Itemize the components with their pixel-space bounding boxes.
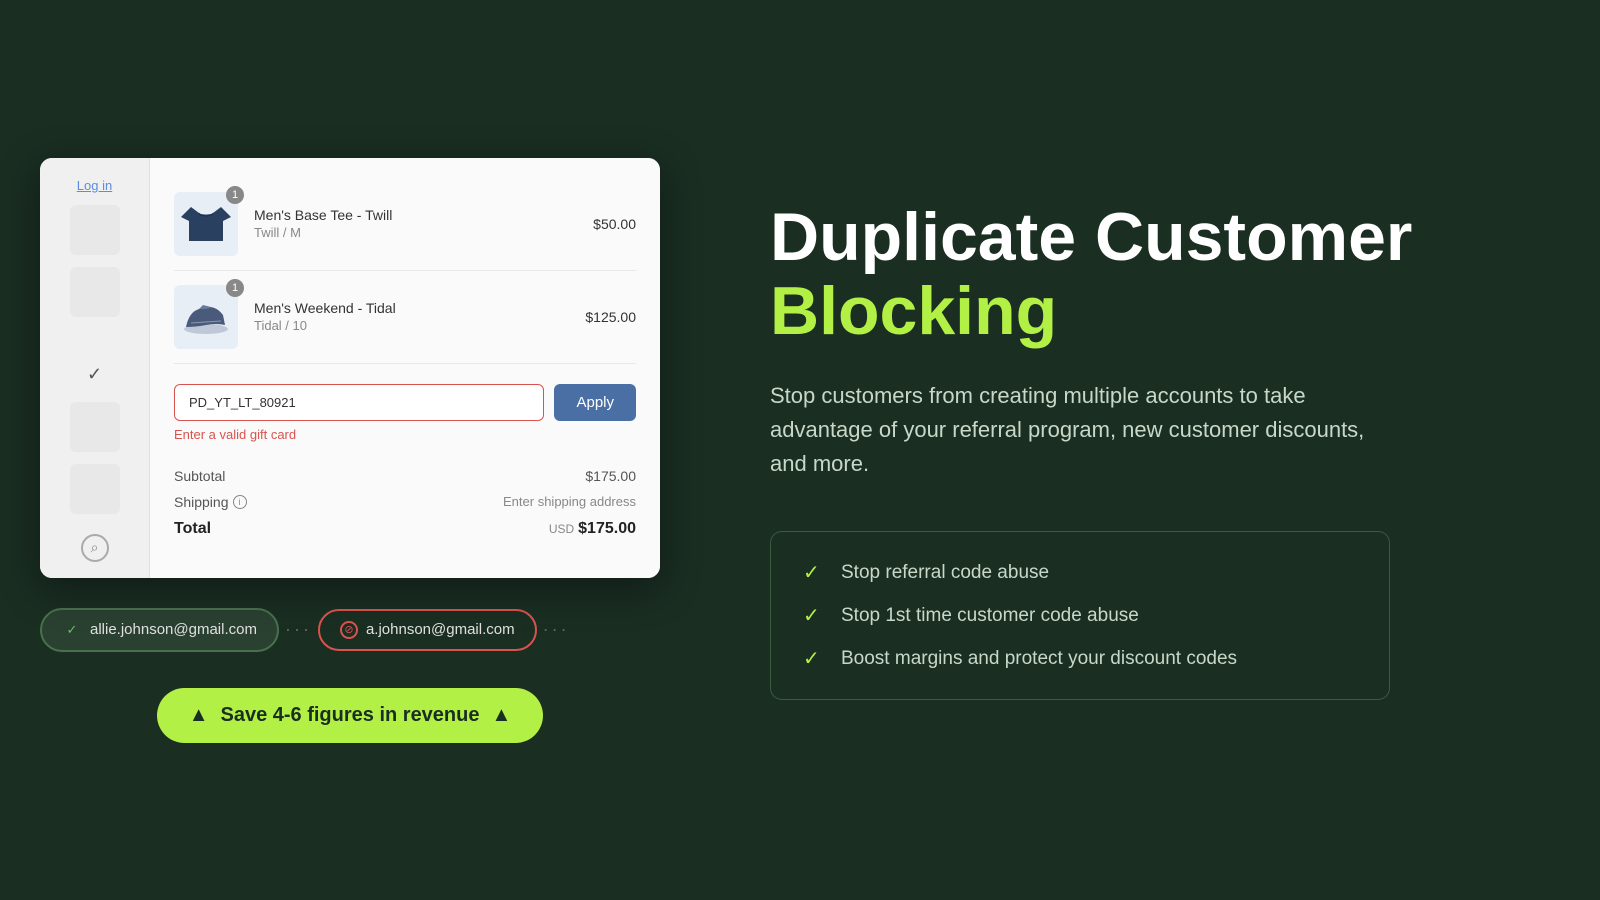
login-link[interactable]: Log in: [77, 178, 112, 193]
item-badge-2: 1: [226, 279, 244, 297]
cart-content: 1 Men's Base Tee - Twill Twill / M $50.0…: [150, 158, 660, 578]
hero-title-line1: Duplicate Customer: [770, 199, 1412, 275]
valid-email-text: allie.johnson@gmail.com: [90, 621, 257, 638]
total-label: Total: [174, 520, 211, 538]
connector-dots-2: ···: [537, 619, 576, 640]
item-details-1: Men's Base Tee - Twill Twill / M: [254, 207, 577, 240]
item-name-1: Men's Base Tee - Twill: [254, 207, 577, 223]
item-price-1: $50.00: [593, 216, 636, 232]
save-revenue-button[interactable]: ▲ Save 4-6 figures in revenue ▲: [157, 688, 544, 743]
benefit-item-2: ✓ Stop 1st time customer code abuse: [803, 603, 1357, 628]
item-price-2: $125.00: [585, 309, 636, 325]
shipping-row: Shipping i Enter shipping address: [174, 494, 636, 510]
save-btn-label: Save 4-6 figures in revenue: [220, 704, 479, 727]
shipping-info-icon[interactable]: i: [233, 495, 247, 509]
apply-button[interactable]: Apply: [554, 384, 636, 421]
benefit-check-3: ✓: [803, 646, 827, 671]
sidebar-box-1: [70, 205, 120, 255]
item-badge-1: 1: [226, 186, 244, 204]
item-img-container-1: 1: [174, 192, 238, 256]
check-icon: ✓: [62, 620, 82, 640]
subtotal-row: Subtotal $175.00: [174, 468, 636, 484]
subtotal-label: Subtotal: [174, 468, 225, 484]
hero-description: Stop customers from creating multiple ac…: [770, 379, 1390, 481]
benefit-text-1: Stop referral code abuse: [841, 562, 1049, 584]
valid-email-pill: ✓ allie.johnson@gmail.com: [40, 608, 279, 652]
email-section: ✓ allie.johnson@gmail.com ··· ⊘ a.johnso…: [40, 608, 660, 652]
invalid-email-pill: ⊘ a.johnson@gmail.com: [318, 609, 537, 651]
item-name-2: Men's Weekend - Tidal: [254, 300, 569, 316]
total-amount: USD $175.00: [549, 520, 636, 538]
hero-title: Duplicate Customer Blocking: [770, 200, 1530, 350]
benefit-text-2: Stop 1st time customer code abuse: [841, 605, 1139, 627]
subtotal-value: $175.00: [585, 468, 636, 484]
tshirt-icon: [181, 199, 231, 249]
benefit-check-2: ✓: [803, 603, 827, 628]
cart-sidebar: Log in ✓ ⌕: [40, 158, 150, 578]
discount-section: Apply Enter a valid gift card: [174, 364, 636, 452]
benefit-check-1: ✓: [803, 560, 827, 585]
item-img-container-2: 1: [174, 285, 238, 349]
left-panel: Log in ✓ ⌕ 1: [0, 0, 700, 900]
hero-title-line2: Blocking: [770, 273, 1057, 349]
ban-icon: ⊘: [340, 621, 358, 639]
arrow-up-icon-left: ▲: [189, 704, 209, 727]
cart-item-2: 1 Men's Weekend - Tidal Tidal / 10: [174, 271, 636, 364]
benefit-item-3: ✓ Boost margins and protect your discoun…: [803, 646, 1357, 671]
benefits-box: ✓ Stop referral code abuse ✓ Stop 1st ti…: [770, 531, 1390, 700]
item-variant-1: Twill / M: [254, 225, 577, 240]
connector-dots: ···: [279, 619, 318, 640]
sidebar-box-3: [70, 402, 120, 452]
cart-mockup: Log in ✓ ⌕ 1: [40, 158, 660, 578]
currency-label: USD: [549, 522, 574, 536]
total-row: Total USD $175.00: [174, 520, 636, 538]
right-panel: Duplicate Customer Blocking Stop custome…: [700, 0, 1600, 900]
discount-input[interactable]: [174, 384, 544, 421]
shipping-label: Shipping i: [174, 494, 247, 510]
arrow-up-icon-right: ▲: [492, 704, 512, 727]
shipping-placeholder[interactable]: Enter shipping address: [503, 494, 636, 510]
shoe-icon: [181, 292, 231, 342]
search-icon[interactable]: ⌕: [81, 534, 109, 562]
sidebar-check: ✓: [70, 360, 120, 390]
item-details-2: Men's Weekend - Tidal Tidal / 10: [254, 300, 569, 333]
item-variant-2: Tidal / 10: [254, 318, 569, 333]
discount-error: Enter a valid gift card: [174, 427, 636, 442]
total-value: $175.00: [578, 520, 636, 538]
invalid-email-text: a.johnson@gmail.com: [366, 621, 515, 638]
sidebar-box-2: [70, 267, 120, 317]
benefit-item-1: ✓ Stop referral code abuse: [803, 560, 1357, 585]
summary-section: Subtotal $175.00 Shipping i Enter shippi…: [174, 452, 636, 558]
benefit-text-3: Boost margins and protect your discount …: [841, 648, 1237, 670]
discount-row: Apply: [174, 384, 636, 421]
cart-item-1: 1 Men's Base Tee - Twill Twill / M $50.0…: [174, 178, 636, 271]
sidebar-box-4: [70, 464, 120, 514]
